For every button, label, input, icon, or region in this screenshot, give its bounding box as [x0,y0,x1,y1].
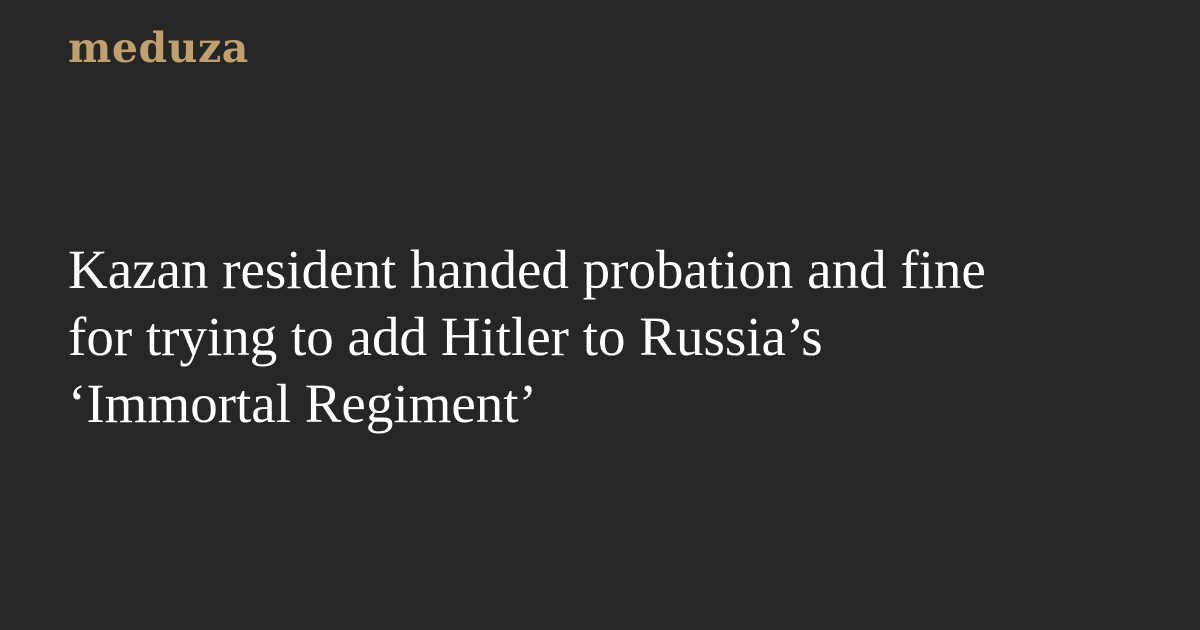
share-card: meduza Kazan resident handed probation a… [0,0,1200,630]
meduza-logo[interactable]: meduza [68,28,249,69]
article-headline: Kazan resident handed probation and fine… [68,239,986,434]
